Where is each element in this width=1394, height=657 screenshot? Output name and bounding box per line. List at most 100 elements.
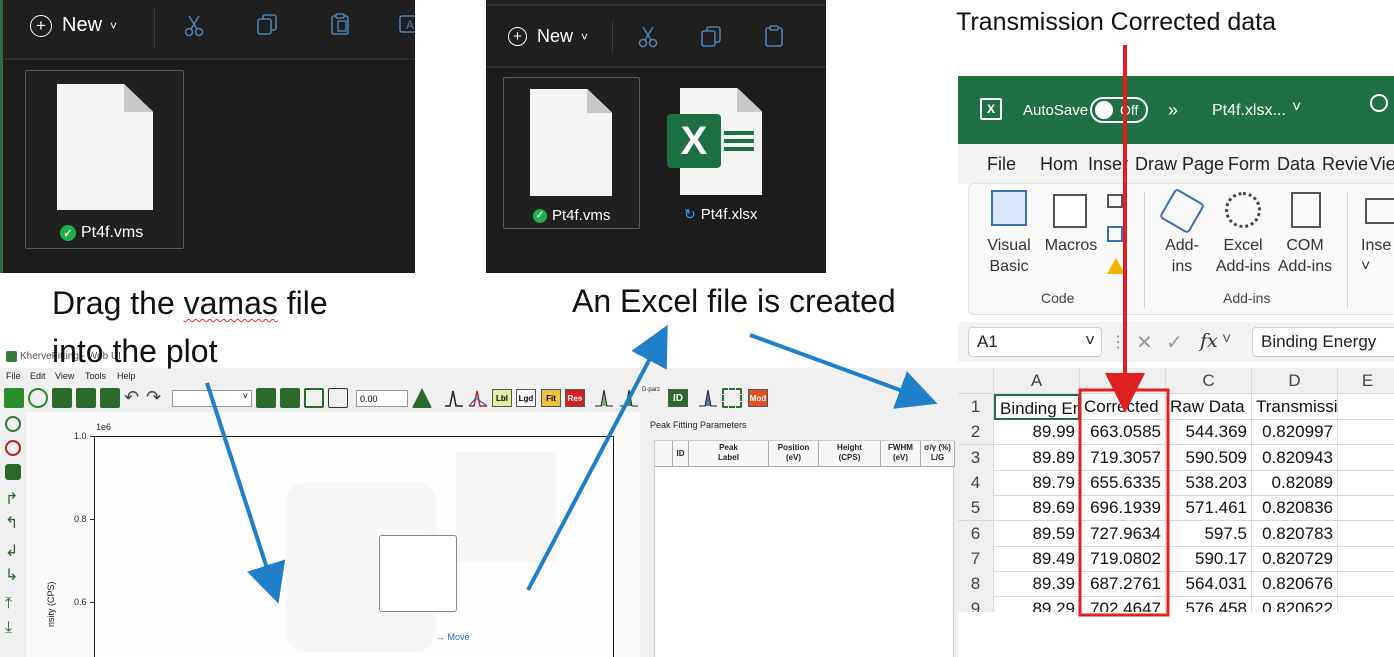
label-button[interactable]: Lbl: [492, 389, 512, 407]
header-cell[interactable]: [1338, 394, 1394, 420]
select-all-corner[interactable]: [958, 368, 994, 394]
delete-icon[interactable]: [256, 388, 276, 408]
arrow-right-up-icon[interactable]: ↱: [5, 492, 21, 508]
data-cell[interactable]: [1338, 470, 1394, 496]
insert-control-button[interactable]: Inse ˅: [1361, 235, 1394, 277]
table-icon[interactable]: [304, 388, 324, 408]
d-param-button[interactable]: D-parz: [642, 387, 666, 411]
data-cell[interactable]: [1338, 546, 1394, 572]
refresh-icon[interactable]: [28, 388, 48, 408]
tab-view[interactable]: Vie: [1370, 154, 1394, 175]
mod-button[interactable]: Mod: [748, 389, 768, 407]
visual-basic-button[interactable]: Visual Basic: [979, 235, 1039, 277]
align-top-icon[interactable]: ⤒: [5, 596, 21, 612]
search-icon[interactable]: [1370, 94, 1388, 112]
cut-icon[interactable]: [636, 25, 660, 49]
zoom-input[interactable]: 0.00: [356, 390, 408, 407]
row-header[interactable]: 5: [958, 495, 994, 522]
data-cell[interactable]: 0.820997: [1252, 419, 1338, 446]
plot-frame[interactable]: [94, 436, 614, 657]
label-icon[interactable]: [328, 388, 348, 408]
file-tile-vms[interactable]: ✓ Pt4f.vms: [25, 70, 184, 249]
pan-icon[interactable]: [5, 464, 21, 480]
data-cell[interactable]: [1338, 419, 1394, 446]
chevron-down-icon[interactable]: ˅: [1292, 99, 1301, 117]
data-cell[interactable]: [1338, 571, 1394, 598]
plot-area[interactable]: 1e6 1.0 0.8 0.6 nsity (CPS) → Move: [26, 412, 640, 657]
tab-insert[interactable]: Inser: [1088, 154, 1128, 175]
row-header[interactable]: 9: [958, 596, 994, 612]
data-cell[interactable]: [1338, 521, 1394, 547]
arrow-left-down-icon[interactable]: ↲: [5, 544, 21, 560]
macros-button[interactable]: Macros: [1041, 235, 1101, 256]
excel-add-ins-button[interactable]: Excel Add-ins: [1213, 235, 1273, 277]
cancel-icon[interactable]: ✕: [1136, 330, 1153, 355]
row-header[interactable]: 1: [958, 394, 994, 420]
histogram-icon[interactable]: [698, 388, 718, 408]
paste-icon[interactable]: [762, 24, 786, 48]
col-header-c[interactable]: C: [1166, 368, 1252, 394]
data-cell[interactable]: 571.461: [1166, 495, 1252, 522]
col-header-d[interactable]: D: [1252, 368, 1338, 394]
fit-button[interactable]: Fit: [541, 389, 561, 407]
data-cell[interactable]: 89.29: [994, 596, 1080, 612]
save-as-icon[interactable]: [76, 388, 96, 408]
data-cell[interactable]: 663.0585: [1080, 419, 1166, 446]
menu-file[interactable]: File: [6, 371, 21, 381]
data-cell[interactable]: 89.39: [994, 571, 1080, 598]
data-cell[interactable]: 0.820836: [1252, 495, 1338, 522]
record-macro-icon[interactable]: [1107, 194, 1123, 208]
data-cell[interactable]: 590.509: [1166, 444, 1252, 471]
data-cell[interactable]: 89.79: [994, 469, 1080, 496]
legend-button[interactable]: Lgd: [516, 389, 536, 407]
bars-icon[interactable]: [594, 388, 614, 408]
data-cell[interactable]: 719.0802: [1080, 545, 1166, 572]
row-header[interactable]: 3: [958, 444, 994, 471]
function-icon[interactable]: fx: [1200, 330, 1218, 352]
data-cell[interactable]: [1338, 445, 1394, 471]
crop-icon[interactable]: [722, 388, 742, 408]
relative-ref-icon[interactable]: [1107, 226, 1123, 242]
residual-button[interactable]: Res: [565, 389, 585, 407]
menu-edit[interactable]: Edit: [30, 371, 46, 381]
data-cell[interactable]: 89.59: [994, 520, 1080, 547]
row-header[interactable]: 7: [958, 545, 994, 572]
data-cell[interactable]: 538.203: [1166, 469, 1252, 496]
data-cell[interactable]: 655.6335: [1080, 469, 1166, 496]
peak-area-icon[interactable]: [619, 388, 639, 408]
peak-params-table[interactable]: ID Peak Label Position (eV) Height (CPS) FW…: [654, 440, 955, 657]
menu-view[interactable]: View: [55, 371, 74, 381]
cut-icon[interactable]: [182, 14, 206, 38]
com-add-ins-button[interactable]: COM Add-ins: [1275, 235, 1335, 277]
data-cell[interactable]: 0.820622: [1252, 596, 1338, 612]
rename-icon[interactable]: A: [398, 12, 415, 36]
arrow-right-down-icon[interactable]: ↳: [5, 568, 21, 584]
chevron-down-icon[interactable]: ˅: [1222, 331, 1231, 349]
paste-icon[interactable]: [328, 12, 352, 36]
data-cell[interactable]: 0.820783: [1252, 520, 1338, 547]
enter-icon[interactable]: ✓: [1166, 330, 1183, 355]
data-cell[interactable]: 702.4647: [1080, 596, 1166, 612]
header-cell[interactable]: Binding En: [994, 394, 1080, 420]
sheet-select[interactable]: ˅: [172, 390, 252, 407]
data-cell[interactable]: 590.17: [1166, 545, 1252, 572]
file-tile-vms[interactable]: ✓ Pt4f.vms: [503, 77, 640, 229]
save-all-icon[interactable]: [100, 388, 120, 408]
row-header[interactable]: 8: [958, 571, 994, 598]
peak-icon[interactable]: [412, 388, 432, 408]
undo-icon[interactable]: ↶: [124, 388, 144, 408]
copy-icon[interactable]: [255, 12, 279, 36]
name-box[interactable]: A1 ˅: [968, 327, 1102, 357]
data-cell[interactable]: 696.1939: [1080, 495, 1166, 522]
data-cell[interactable]: 0.82089: [1252, 469, 1338, 496]
tab-page[interactable]: Page: [1182, 154, 1224, 175]
copy-icon[interactable]: [699, 24, 723, 48]
data-cell[interactable]: 564.031: [1166, 571, 1252, 598]
menu-help[interactable]: Help: [117, 371, 136, 381]
row-header[interactable]: 4: [958, 469, 994, 496]
row-header[interactable]: 2: [958, 419, 994, 446]
tab-file[interactable]: File: [987, 154, 1016, 175]
tab-review[interactable]: Revie: [1322, 154, 1368, 175]
autosave-toggle[interactable]: Off: [1090, 97, 1148, 123]
data-cell[interactable]: 544.369: [1166, 419, 1252, 446]
